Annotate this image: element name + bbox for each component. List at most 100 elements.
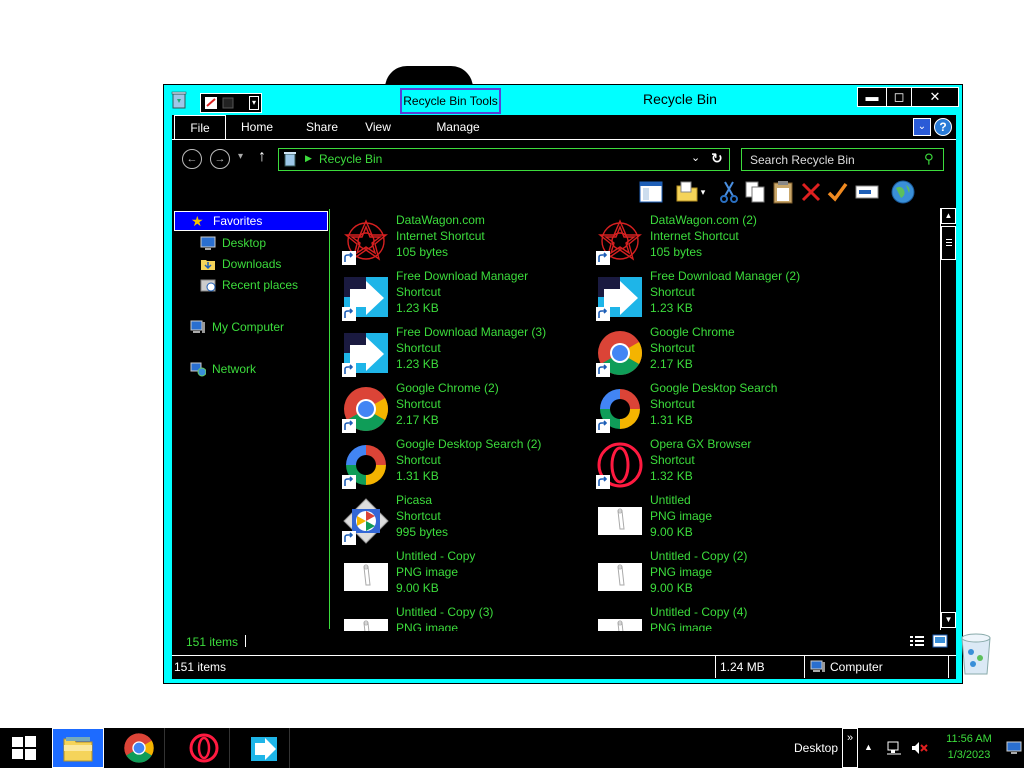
- expand-ribbon-button[interactable]: ⌄: [913, 118, 931, 136]
- new-folder-icon[interactable]: [221, 96, 235, 110]
- nav-item-my-computer[interactable]: My Computer: [190, 317, 284, 337]
- address-bar[interactable]: ▶ Recycle Bin ⌄ ↻: [278, 148, 730, 171]
- show-hidden-icons-icon[interactable]: ▲: [864, 742, 873, 752]
- copy-icon[interactable]: [742, 179, 768, 205]
- file-item[interactable]: Google Desktop Search (2) Shortcut 1.31 KB: [342, 437, 592, 489]
- file-item[interactable]: Google Chrome Shortcut 2.17 KB: [596, 325, 846, 377]
- file-item[interactable]: Untitled - Copy (2) PNG image 9.00 KB: [596, 549, 846, 601]
- file-size: 9.00 KB: [650, 525, 693, 539]
- status-divider: [245, 635, 246, 647]
- nav-item-label: Desktop: [222, 236, 267, 250]
- tab-file[interactable]: File: [174, 115, 226, 139]
- delete-icon[interactable]: [798, 179, 824, 205]
- move-to-dropdown[interactable]: ▾: [696, 179, 710, 205]
- scroll-up-button[interactable]: ▲: [941, 208, 956, 224]
- file-item[interactable]: Google Desktop Search Shortcut 1.31 KB: [596, 381, 846, 433]
- file-item[interactable]: DataWagon.com (2) Internet Shortcut 105 by…: [596, 213, 846, 265]
- tab-home[interactable]: Home: [234, 115, 280, 139]
- windows-logo-icon: [12, 736, 36, 760]
- taskbar-opera-gx[interactable]: [178, 728, 230, 768]
- file-size: 995 bytes: [396, 525, 449, 539]
- tab-manage[interactable]: Manage: [428, 115, 488, 139]
- clock-time[interactable]: 11:56 AM: [938, 733, 1000, 745]
- recycle-bin-icon: [284, 152, 296, 167]
- refresh-icon[interactable]: ↻: [711, 150, 723, 167]
- customize-toolbar-dropdown[interactable]: ▾: [249, 96, 259, 110]
- preview-pane-icon[interactable]: [638, 179, 664, 205]
- clock-date[interactable]: 1/3/2023: [938, 749, 1000, 761]
- volume-muted-icon[interactable]: [910, 740, 928, 756]
- status-items: 151 items: [174, 660, 227, 674]
- scroll-down-button[interactable]: ▼: [941, 612, 956, 628]
- nav-item-recent-places[interactable]: Recent places: [200, 275, 298, 295]
- maximize-button[interactable]: ◻: [886, 87, 912, 107]
- file-item[interactable]: Free Download Manager (3) Shortcut 1.23 KB: [342, 325, 592, 377]
- minimize-button[interactable]: ▬: [857, 87, 887, 107]
- file-item[interactable]: Untitled PNG image 9.00 KB: [596, 493, 846, 545]
- nav-item-network[interactable]: Network: [190, 359, 256, 379]
- window-title: Recycle Bin: [643, 91, 717, 107]
- file-item[interactable]: Untitled - Copy PNG image 9.00 KB: [342, 549, 592, 601]
- start-button[interactable]: [0, 728, 48, 768]
- downloads-folder-icon: [201, 260, 215, 270]
- desktop-toolbar-label[interactable]: Desktop: [794, 741, 838, 755]
- vertical-scrollbar[interactable]: ▲ ▼: [940, 208, 956, 630]
- nav-item-desktop[interactable]: Desktop: [200, 233, 266, 253]
- search-input[interactable]: [742, 149, 922, 170]
- taskbar-file-explorer[interactable]: [52, 728, 104, 768]
- title-bar[interactable]: ▾ Recycle Bin Tools Recycle Bin ▬ ◻ ✕: [164, 85, 962, 115]
- file-size: 1.32 KB: [650, 469, 693, 483]
- file-item[interactable]: Google Chrome (2) Shortcut 2.17 KB: [342, 381, 592, 433]
- ribbon-divider: [172, 139, 956, 140]
- file-type: Shortcut: [396, 341, 441, 355]
- desktop-recycle-bin-icon[interactable]: [958, 630, 994, 678]
- file-item[interactable]: Opera GX Browser Shortcut 1.32 KB: [596, 437, 846, 489]
- tab-view[interactable]: View: [356, 115, 400, 139]
- forward-button[interactable]: →: [210, 149, 230, 169]
- network-icon: [190, 362, 206, 377]
- address-history-dropdown[interactable]: ⌄: [691, 151, 700, 164]
- help-button[interactable]: ?: [934, 118, 952, 136]
- explorer-body: File Home Share View Manage ⌄ ? ← → ▾ ↑ …: [172, 115, 956, 679]
- up-button[interactable]: ↑: [258, 148, 266, 166]
- cut-icon[interactable]: [716, 179, 742, 205]
- recycle-bin-tools-tab[interactable]: Recycle Bin Tools: [400, 88, 501, 114]
- rename-icon[interactable]: [854, 179, 880, 205]
- tab-share[interactable]: Share: [298, 115, 346, 139]
- file-name: Untitled - Copy (4): [650, 605, 748, 619]
- breadcrumb-location[interactable]: Recycle Bin: [319, 152, 382, 166]
- back-button[interactable]: ←: [182, 149, 202, 169]
- file-item[interactable]: Free Download Manager (2) Shortcut 1.23 KB: [596, 269, 846, 321]
- network-status-icon[interactable]: [886, 740, 902, 756]
- file-list: DataWagon.com Internet Shortcut 105 bytes D…: [342, 211, 932, 631]
- file-size: 2.17 KB: [650, 357, 693, 371]
- nav-item-favorites[interactable]: ★ Favorites: [174, 211, 328, 231]
- show-desktop-icon[interactable]: [1006, 741, 1022, 754]
- toolbar-overflow-chevron[interactable]: »: [842, 728, 858, 768]
- file-name: Opera GX Browser: [650, 437, 752, 451]
- chrome-icon: [123, 733, 154, 763]
- nav-item-downloads[interactable]: Downloads: [200, 254, 281, 274]
- paste-icon[interactable]: [770, 179, 796, 205]
- large-icons-view-icon[interactable]: [932, 634, 948, 648]
- file-item[interactable]: Free Download Manager Shortcut 1.23 KB: [342, 269, 592, 321]
- taskbar-free-download-manager[interactable]: [238, 728, 290, 768]
- scroll-thumb[interactable]: [941, 226, 956, 260]
- file-item[interactable]: Untitled - Copy (3) PNG image: [342, 605, 592, 631]
- file-item[interactable]: Untitled - Copy (4) PNG image: [596, 605, 846, 631]
- chrome-icon: [596, 329, 644, 377]
- file-item[interactable]: Picasa Shortcut 995 bytes: [342, 493, 592, 545]
- file-name: DataWagon.com (2): [650, 213, 757, 227]
- properties-icon[interactable]: [204, 96, 218, 110]
- status-divider: [715, 656, 716, 678]
- globe-icon[interactable]: [890, 179, 916, 205]
- checkmark-icon[interactable]: [824, 179, 850, 205]
- recent-locations-dropdown[interactable]: ▾: [238, 151, 243, 162]
- taskbar-chrome[interactable]: [113, 728, 165, 768]
- file-item[interactable]: DataWagon.com Internet Shortcut 105 bytes: [342, 213, 592, 265]
- close-button[interactable]: ✕: [911, 87, 959, 107]
- breadcrumb-separator-icon[interactable]: ▶: [305, 153, 312, 164]
- navigation-pane: ★ Favorites Desktop Downloads Recent pla…: [172, 209, 330, 629]
- search-icon[interactable]: ⚲: [924, 151, 934, 167]
- details-view-icon[interactable]: [910, 635, 924, 647]
